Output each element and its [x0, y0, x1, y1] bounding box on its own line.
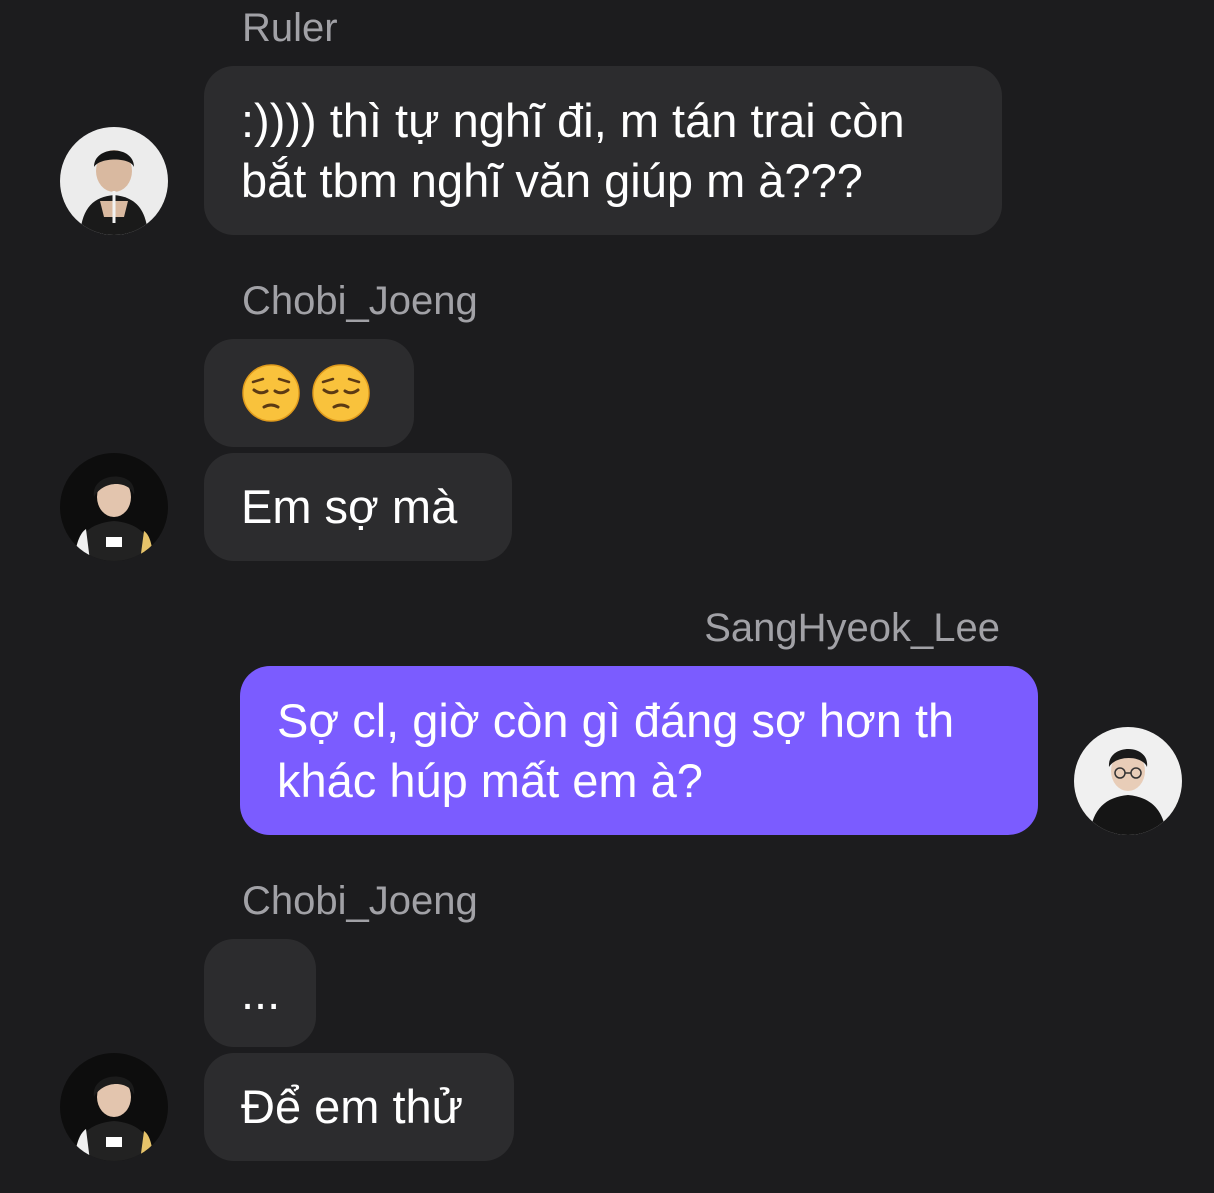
avatar-chobi-joeng[interactable]: [60, 1053, 168, 1161]
sender-name-ruler: Ruler: [242, 6, 338, 50]
sender-name-chobi-joeng: Chobi_Joeng: [242, 879, 478, 923]
message-bubble-chobi-1[interactable]: Em sợ mà: [204, 453, 512, 561]
message-text: ...: [241, 966, 281, 1019]
avatar-chobi-joeng-image: [60, 453, 168, 561]
avatar-ruler-image: [60, 127, 168, 235]
message-line: Sợ cl, giờ còn gì đáng sợ hơn th: [277, 693, 955, 747]
sender-name-sanghyeok-lee: SangHyeok_Lee: [704, 606, 1000, 650]
message-line: khác húp mất em à?: [277, 753, 703, 807]
avatar-chobi-joeng-image: [60, 1053, 168, 1161]
message-line: bắt tbm nghĩ văn giúp m à???: [241, 153, 863, 207]
message-bubble-sanghyeok[interactable]: Sợ cl, giờ còn gì đáng sợ hơn th khác hú…: [240, 666, 1038, 835]
sender-name-chobi-joeng: Chobi_Joeng: [242, 279, 478, 323]
message-line: :)))) thì tự nghĩ đi, m tán trai còn: [241, 93, 905, 147]
message-bubble-chobi-2[interactable]: Để em thử: [204, 1053, 514, 1161]
avatar-chobi-joeng[interactable]: [60, 453, 168, 561]
pensive-face-icon: [311, 363, 371, 423]
avatar-ruler[interactable]: [60, 127, 168, 235]
pensive-face-icon: [241, 363, 301, 423]
message-bubble-ruler[interactable]: :)))) thì tự nghĩ đi, m tán trai còn bắt…: [204, 66, 1002, 235]
avatar-sanghyeok-lee[interactable]: [1074, 727, 1182, 835]
message-bubble-ellipsis[interactable]: ...: [204, 939, 316, 1047]
message-bubble-emoji[interactable]: [204, 339, 414, 447]
message-text: Để em thử: [241, 1080, 464, 1133]
message-text: Em sợ mà: [241, 480, 458, 533]
avatar-sanghyeok-image: [1074, 727, 1182, 835]
